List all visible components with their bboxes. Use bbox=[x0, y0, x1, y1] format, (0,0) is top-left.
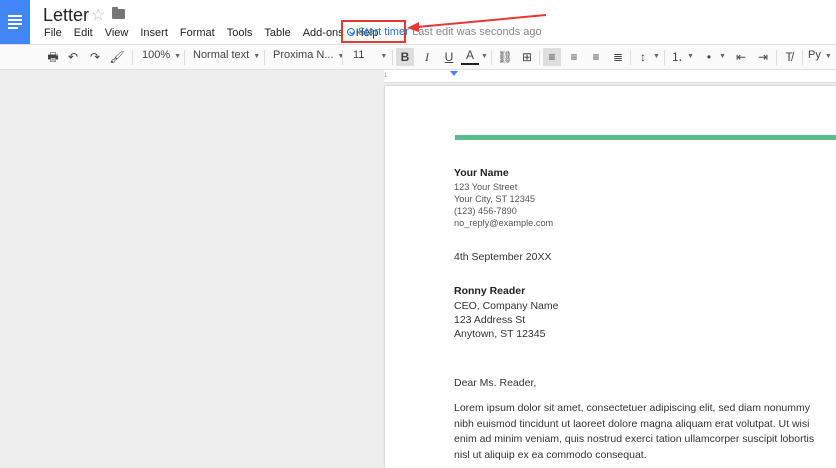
print-icon[interactable]: 🖶 bbox=[44, 48, 62, 66]
redo-icon[interactable]: ↷ bbox=[86, 48, 104, 66]
sender-phone: (123) 456-7890 bbox=[454, 206, 517, 216]
underline-button[interactable]: U bbox=[440, 48, 458, 66]
recipient-street: 123 Address St bbox=[454, 314, 526, 326]
title-bar: Letter ☆ File Edit View Insert Format Tools Ta… bbox=[0, 0, 836, 44]
sender-street: 123 Your Street bbox=[454, 182, 518, 192]
indent-marker-icon[interactable] bbox=[450, 71, 458, 76]
sender-email: no_reply@example.com bbox=[454, 218, 554, 228]
insert-comment-icon[interactable]: ⊞ bbox=[518, 48, 536, 66]
justify-icon[interactable]: ≣ bbox=[609, 48, 627, 66]
menu-tools[interactable]: Tools bbox=[227, 27, 253, 39]
paragraph-style-select[interactable]: Normal text ▼ bbox=[193, 49, 260, 61]
numbered-list-caret[interactable]: ▼ bbox=[687, 49, 694, 61]
line-spacing-caret[interactable]: ▼ bbox=[653, 49, 660, 61]
recipient-city: Anytown, ST 12345 bbox=[454, 328, 546, 340]
paint-format-icon[interactable]: 🖌 bbox=[108, 48, 126, 66]
text-color-caret[interactable]: ▼ bbox=[481, 49, 488, 61]
start-timer-button[interactable]: Start timer bbox=[358, 26, 409, 38]
menu-table[interactable]: Table bbox=[264, 27, 290, 39]
increase-indent-icon[interactable]: ⇥ bbox=[754, 48, 772, 66]
formatting-toolbar: 🖶 ↶ ↷ 🖌 100% ▼ Normal text ▼ Proxima N... ▼… bbox=[0, 44, 836, 70]
document-page[interactable]: Your Name 123 Your Street Your City, ST … bbox=[385, 86, 836, 468]
bulleted-list-caret[interactable]: ▼ bbox=[719, 49, 726, 61]
link-icon[interactable]: ⛓ bbox=[496, 48, 514, 66]
menu-add-ons[interactable]: Add-ons bbox=[303, 27, 344, 39]
sender-city: Your City, ST 12345 bbox=[454, 194, 536, 204]
docs-logo-icon[interactable] bbox=[0, 0, 30, 44]
menu-format[interactable]: Format bbox=[180, 27, 215, 39]
align-center-icon[interactable]: ≡ bbox=[565, 48, 583, 66]
menu-file[interactable]: File bbox=[44, 27, 62, 39]
input-tools-select[interactable]: Py ▼ bbox=[808, 49, 832, 61]
greeting: Dear Ms. Reader, bbox=[454, 377, 537, 389]
line-spacing-icon[interactable]: ↕ bbox=[634, 48, 652, 66]
align-left-icon[interactable]: ≡ bbox=[543, 48, 561, 66]
timer-icon[interactable] bbox=[347, 28, 355, 36]
star-icon[interactable]: ☆ bbox=[91, 5, 105, 25]
align-right-icon[interactable]: ≡ bbox=[587, 48, 605, 66]
zoom-select[interactable]: 100% ▼ bbox=[142, 49, 181, 61]
font-size-select[interactable]: 11 ▼ bbox=[353, 49, 387, 61]
accent-bar bbox=[455, 135, 836, 140]
undo-icon[interactable]: ↶ bbox=[64, 48, 82, 66]
font-select[interactable]: Proxima N... ▼ bbox=[273, 49, 344, 61]
annotation-arrow bbox=[407, 14, 547, 32]
menu-bar: File Edit View Insert Format Tools Table Add-on… bbox=[44, 27, 390, 39]
bulleted-list-icon[interactable]: • bbox=[700, 48, 718, 66]
recipient-name: Ronny Reader bbox=[454, 285, 526, 297]
decrease-indent-icon[interactable]: ⇤ bbox=[732, 48, 750, 66]
numbered-list-icon[interactable]: ⒈ bbox=[668, 48, 686, 66]
text-color-button[interactable]: A bbox=[461, 48, 479, 65]
folder-icon[interactable] bbox=[112, 7, 125, 19]
letter-date: 4th September 20XX bbox=[454, 251, 552, 263]
ruler-tick-label: 1 bbox=[384, 73, 388, 79]
menu-view[interactable]: View bbox=[105, 27, 129, 39]
recipient-title: CEO, Company Name bbox=[454, 300, 559, 312]
italic-button[interactable]: I bbox=[418, 48, 436, 66]
body-paragraph: Lorem ipsum dolor sit amet, consectetuer… bbox=[454, 402, 815, 461]
sender-name: Your Name bbox=[454, 167, 509, 179]
clear-formatting-icon[interactable]: T̸ bbox=[780, 48, 798, 66]
document-title[interactable]: Letter bbox=[43, 5, 89, 26]
menu-insert[interactable]: Insert bbox=[140, 27, 168, 39]
bold-button[interactable]: B bbox=[396, 48, 414, 66]
horizontal-ruler[interactable]: 1 bbox=[384, 70, 836, 83]
menu-edit[interactable]: Edit bbox=[74, 27, 93, 39]
